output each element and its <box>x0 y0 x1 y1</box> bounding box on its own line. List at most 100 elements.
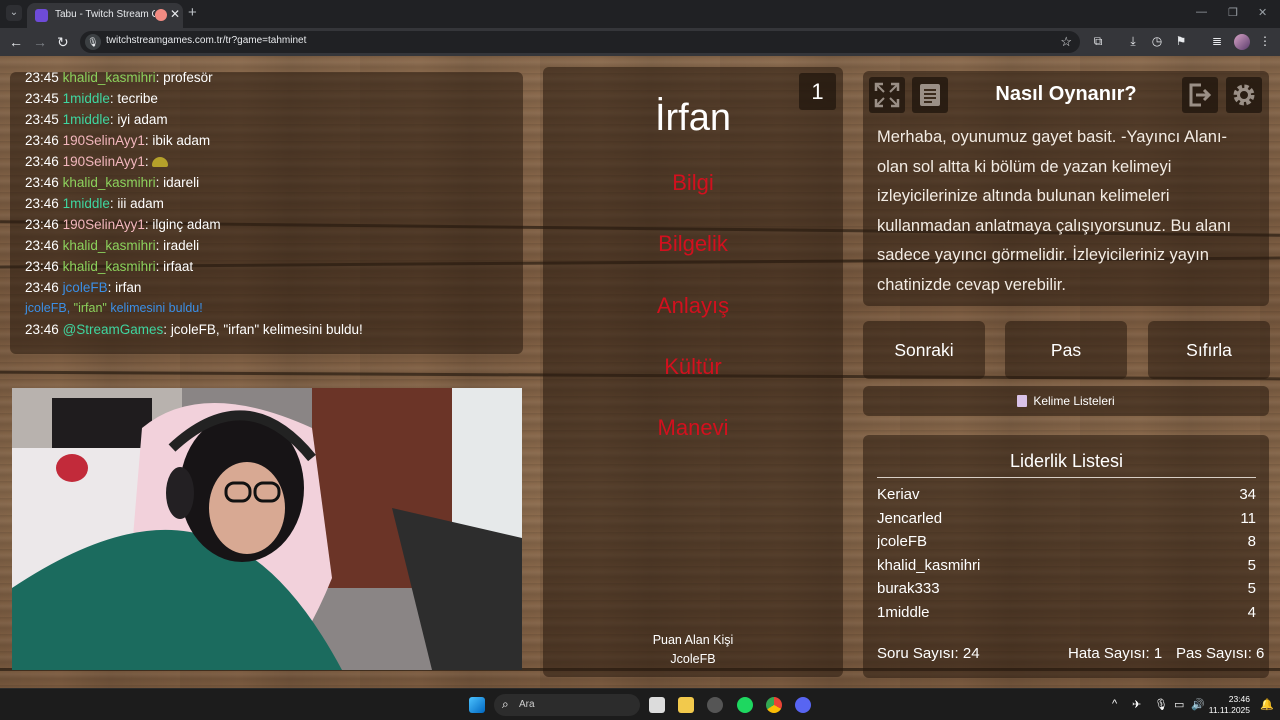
leaderboard-row: burak333 5 <box>877 577 1256 601</box>
leaderboard-row: 1middle 4 <box>877 601 1256 625</box>
chat-username[interactable]: khalid_kasmihri <box>63 175 156 190</box>
chat-username[interactable]: 1middle <box>63 196 110 211</box>
site-info-icon[interactable]: 🎙 <box>85 34 101 50</box>
next-button[interactable]: Sonraki <box>863 321 985 379</box>
chat-message: 23:46 1middle: iii adam <box>25 196 164 211</box>
notification-icon[interactable]: 🔔 <box>1260 698 1274 711</box>
expand-icon <box>874 82 900 108</box>
close-tab-icon[interactable]: ✕ <box>170 7 180 21</box>
tab-title: Tabu - Twitch Stream Games <box>55 9 155 20</box>
task-view-icon[interactable] <box>649 697 665 713</box>
extensions-icon[interactable]: ⧉ <box>1091 34 1105 48</box>
leaderboard-row: khalid_kasmihri 5 <box>877 554 1256 578</box>
taskbar-search-placeholder: Ara <box>519 699 535 710</box>
leaderboard-list[interactable]: Keriav 34 Jencarled 11 jcoleFB 8 khalid_kasmih… <box>877 483 1256 630</box>
steam-icon[interactable] <box>707 697 723 713</box>
pass-count: Pas Sayısı: 6 <box>1176 645 1265 662</box>
settings-button[interactable] <box>1226 77 1262 113</box>
bookmark-star-icon[interactable]: ☆ <box>1060 34 1072 50</box>
restore-icon[interactable]: ❐ <box>1228 6 1238 19</box>
taboo-word-4: Kültür <box>664 354 722 379</box>
profile-avatar[interactable] <box>1234 34 1250 50</box>
pass-button[interactable]: Pas <box>1005 321 1127 379</box>
chat-username[interactable]: khalid_kasmihri <box>63 72 156 85</box>
error-count: Hata Sayısı: 1 <box>1068 645 1163 662</box>
taskbar-search[interactable]: ⌕ Ara <box>494 694 640 716</box>
browser-tab-strip: ⌄ Tabu - Twitch Stream Games ✕ + — ❐ ✕ <box>0 0 1280 28</box>
browser-tab[interactable]: Tabu - Twitch Stream Games ✕ <box>27 3 183 28</box>
address-bar[interactable]: 🎙 twitchstreamgames.com.tr/tr?game=tahmi… <box>80 31 1080 53</box>
back-icon[interactable]: ← <box>9 34 23 50</box>
start-icon[interactable] <box>469 697 485 713</box>
webcam-feed <box>12 388 522 670</box>
leaderboard-score: 34 <box>1239 486 1256 503</box>
spotify-icon[interactable] <box>737 697 753 713</box>
notes-button[interactable] <box>912 77 948 113</box>
chat-text: iyi adam <box>117 112 168 127</box>
chat-text: jcoleFB, "irfan" kelimesini buldu! <box>170 322 363 337</box>
leaderboard-panel: Liderlik Listesi Keriav 34 Jencarled 11 jcol… <box>863 435 1269 678</box>
exit-icon <box>1189 83 1212 107</box>
leaderboard-score: 4 <box>1247 603 1256 621</box>
discord-icon[interactable] <box>795 697 811 713</box>
chat-username[interactable]: 1middle <box>63 91 110 106</box>
chat-message: 23:45 1middle: tecribe <box>25 91 158 106</box>
question-count: Soru Sayısı: 24 <box>877 645 980 662</box>
leaderboard-row: Jencarled 11 <box>877 507 1256 531</box>
fullscreen-button[interactable] <box>869 77 905 113</box>
new-tab-icon[interactable]: + <box>188 4 197 21</box>
chat-message: 23:46 khalid_kasmihri: idareli <box>25 175 200 190</box>
notebook-icon <box>1017 395 1028 407</box>
taboo-word-2: Bilgelik <box>658 231 728 256</box>
download-icon[interactable]: ⤓ <box>1126 34 1140 48</box>
audio-playing-icon[interactable] <box>155 9 167 21</box>
chat-username[interactable]: 1middle <box>63 112 110 127</box>
menu-kebab-icon[interactable]: ⋮ <box>1258 34 1272 48</box>
mic-icon[interactable]: 🎙 <box>1154 698 1168 711</box>
forward-icon[interactable]: → <box>33 34 47 50</box>
chat-message: 23:46 190SelinAyy1: ilginç adam <box>25 217 221 232</box>
chat-username[interactable]: 190SelinAyy1 <box>63 217 145 232</box>
chat-username[interactable]: 190SelinAyy1 <box>63 154 145 169</box>
chat-message: 23:45 1middle: iyi adam <box>25 112 168 127</box>
chat-panel: 23:45 khalid_kasmihri: profesör 23:45 1mi… <box>10 72 523 354</box>
system-clock[interactable]: 23:46 11.11.2025 <box>1206 694 1250 716</box>
translate-icon[interactable]: ⚑ <box>1174 34 1188 48</box>
emote-icon <box>152 157 169 167</box>
minimize-icon[interactable]: — <box>1196 6 1207 18</box>
reset-button[interactable]: Sıfırla <box>1148 321 1270 379</box>
exit-button[interactable] <box>1182 77 1218 113</box>
tab-search-icon[interactable]: ⌄ <box>6 5 22 21</box>
tray-expand-icon[interactable]: ^ <box>1112 698 1117 710</box>
leaderboard-score: 5 <box>1247 556 1256 574</box>
how-to-play-panel: Nasıl Oynanır? Merhaba, oyunumuz gayet b… <box>863 71 1269 306</box>
telegram-icon[interactable]: ✈ <box>1132 698 1141 711</box>
chat-message-list: 23:45 khalid_kasmihri: profesör 23:45 1mi… <box>25 72 515 340</box>
leaderboard-row: jcoleFB 8 <box>877 530 1256 554</box>
browser-toolbar: ← → ↻ 🎙 twitchstreamgames.com.tr/tr?game… <box>0 28 1280 56</box>
chat-username[interactable]: 190SelinAyy1 <box>63 133 145 148</box>
volume-icon[interactable]: 🔊 <box>1191 698 1205 711</box>
reading-list-icon[interactable]: ≣ <box>1210 34 1224 48</box>
chat-username[interactable]: @StreamGames <box>63 322 164 337</box>
url-text[interactable]: twitchstreamgames.com.tr/tr?game=tahmine… <box>106 35 306 46</box>
chat-message: 23:46 khalid_kasmihri: irfaat <box>25 259 194 274</box>
taboo-word-card: 1 İrfan Bilgi Bilgelik Anlayış Kültür Ma… <box>543 67 843 677</box>
chat-text: tecribe <box>117 91 158 106</box>
search-icon: ⌕ <box>502 697 509 711</box>
chat-timestamp: 23:46 <box>25 175 59 190</box>
network-icon[interactable]: ▭ <box>1174 698 1184 711</box>
close-window-icon[interactable]: ✕ <box>1258 6 1267 19</box>
chat-username[interactable]: khalid_kasmihri <box>63 259 156 274</box>
reload-icon[interactable]: ↻ <box>57 34 69 50</box>
chrome-icon[interactable] <box>766 697 782 713</box>
twitch-favicon-icon <box>35 9 48 22</box>
history-icon[interactable]: ◷ <box>1150 34 1164 48</box>
chat-message: 23:46 khalid_kasmihri: iradeli <box>25 238 200 253</box>
chat-username[interactable]: jcoleFB <box>63 280 108 295</box>
file-explorer-icon[interactable] <box>678 697 694 713</box>
scorer-name: JcoleFB <box>670 652 716 666</box>
word-lists-button[interactable]: Kelime Listeleri <box>863 386 1269 416</box>
chat-username[interactable]: khalid_kasmihri <box>63 238 156 253</box>
chat-message: 23:46 190SelinAyy1: <box>25 151 515 172</box>
